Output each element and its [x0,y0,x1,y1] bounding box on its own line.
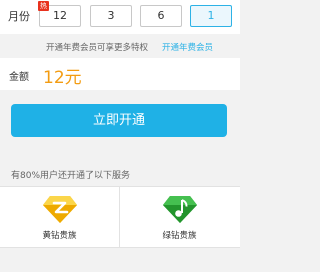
month-option-label: 6 [157,9,165,22]
annual-member-link[interactable]: 开通年费会员 [162,41,213,53]
month-label: 月份 [8,10,30,23]
promo-row: 开通年费会员可享更多特权 开通年费会员 [0,38,240,54]
service-yellow-diamond[interactable]: 黄钻贵族 [0,187,120,247]
month-option-label: 12 [53,9,67,22]
service-green-diamond[interactable]: 绿钻贵族 [120,187,239,247]
amount-label: 金额 [9,72,29,83]
green-diamond-icon [163,196,197,223]
month-selector: 月份 热 12 3 6 1 [0,0,240,34]
service-label: 黄钻贵族 [42,231,77,241]
services-grid: 黄钻贵族 绿钻贵族 [0,186,240,248]
services-title: 有80%用户还开通了以下服务 [11,171,131,181]
amount-value: 12元 [43,68,82,88]
yellow-diamond-icon [43,196,77,223]
month-option-1[interactable]: 1 [190,5,232,27]
hot-badge: 热 [38,1,49,11]
promo-text: 开通年费会员可享更多特权 [46,43,149,53]
month-option-label: 1 [207,9,215,22]
month-option-label: 3 [107,9,115,22]
open-now-button[interactable]: 立即开通 [11,104,227,137]
month-option-12[interactable]: 热 12 [38,1,81,27]
service-label: 绿钻贵族 [162,231,197,241]
month-option-6[interactable]: 6 [140,5,182,27]
amount-row: 金额 12元 [0,58,240,90]
month-option-3[interactable]: 3 [90,5,132,27]
